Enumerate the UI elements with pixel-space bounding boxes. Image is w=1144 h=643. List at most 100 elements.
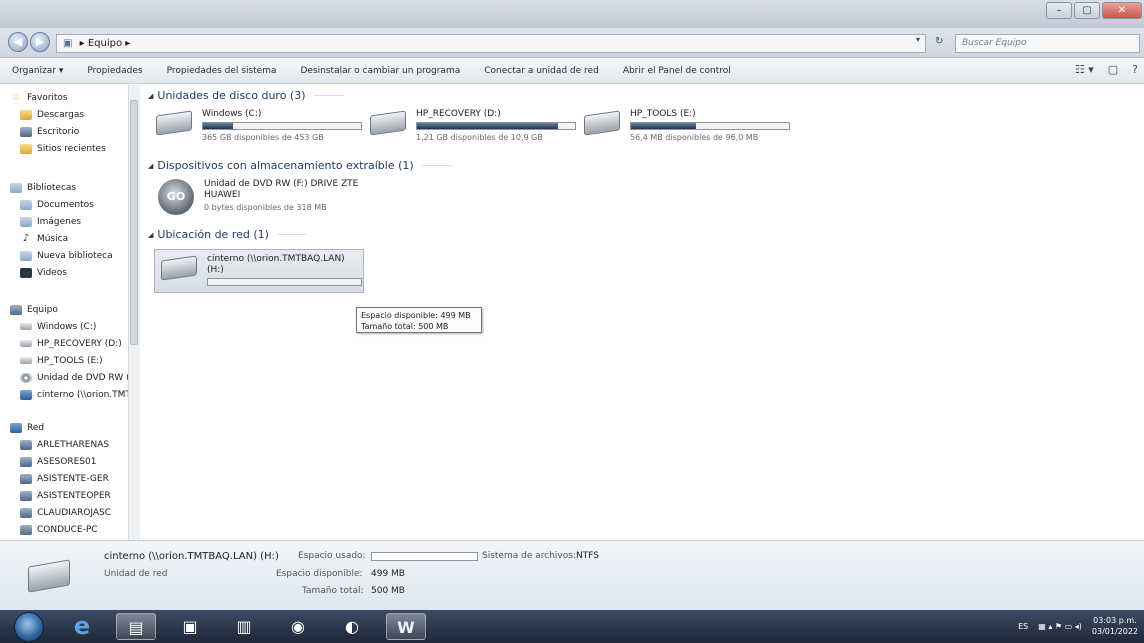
nav-bibliotecas[interactable]: Bibliotecas	[10, 179, 128, 196]
network-drive-icon	[20, 389, 32, 400]
nav-equipo[interactable]: Equipo	[10, 301, 128, 318]
music-icon: ♪	[22, 232, 30, 244]
word-icon[interactable]: W	[386, 613, 426, 640]
breadcrumb-equipo[interactable]: Equipo	[88, 38, 122, 49]
star-icon: ☆	[11, 91, 21, 103]
control-panel-button[interactable]: Abrir el Panel de control	[611, 66, 743, 76]
clock[interactable]: 03:03 p.m. 03/01/2022	[1092, 615, 1138, 637]
title-bar: – ▢ ✕	[0, 0, 1144, 28]
usage-bar	[416, 122, 576, 130]
nav-red[interactable]: Red	[10, 419, 128, 436]
drive-tile-h[interactable]: cinterno (\\orion.TMTBAQ.LAN) (H:)	[154, 249, 364, 293]
refresh-icon[interactable]: ↻	[935, 36, 943, 47]
internet-explorer-icon[interactable]: e	[62, 613, 102, 640]
nav-musica[interactable]: ♪ Música	[10, 230, 128, 247]
content-pane: ◢ Unidades de disco duro (3) Windows (C:)…	[142, 85, 1144, 540]
back-button[interactable]: ◀	[8, 32, 28, 52]
nav-nueva-biblioteca[interactable]: Nueva biblioteca	[10, 247, 128, 264]
computer-icon	[20, 490, 32, 501]
nav-scrollbar-thumb[interactable]	[130, 100, 138, 345]
breadcrumb-separator: ▸	[125, 38, 131, 49]
details-free-value: 499 MB	[371, 569, 405, 579]
libraries-group: Bibliotecas Documentos Imágenes ♪ Música …	[10, 179, 128, 281]
nav-escritorio[interactable]: Escritorio	[10, 123, 128, 140]
window-controls: – ▢ ✕	[1046, 2, 1142, 19]
tooltip: Espacio disponible: 499 MB Tamaño total:…	[356, 307, 482, 333]
language-indicator[interactable]: ES	[1018, 622, 1028, 631]
nav-documentos[interactable]: Documentos	[10, 196, 128, 213]
nav-favorites[interactable]: ☆ Favoritos	[10, 89, 128, 106]
nav-network-computer[interactable]: ASISTENTE-GER	[10, 470, 128, 487]
close-button[interactable]: ✕	[1102, 2, 1142, 19]
system-properties-button[interactable]: Propiedades del sistema	[155, 66, 289, 76]
media-player-icon[interactable]: ▣	[170, 613, 210, 640]
forward-button[interactable]: ▶	[30, 32, 50, 52]
drive-tile-d[interactable]: HP_RECOVERY (D:) 1,21 GB disponibles de …	[370, 109, 600, 145]
nav-drive-e[interactable]: HP_TOOLS (E:)	[10, 352, 128, 369]
collapse-icon: ◢	[148, 230, 154, 239]
usage-bar	[207, 278, 362, 286]
library-icon	[20, 250, 32, 261]
map-network-drive-button[interactable]: Conectar a unidad de red	[472, 66, 611, 76]
dvd-icon	[20, 372, 32, 383]
chrome-icon[interactable]: ◉	[278, 613, 318, 640]
help-icon[interactable]: ?	[1132, 63, 1138, 76]
details-free-label: Espacio disponible:	[276, 569, 363, 579]
maximize-button[interactable]: ▢	[1074, 2, 1100, 19]
group-header-network[interactable]: ◢ Ubicación de red (1)	[148, 228, 307, 241]
nav-network-computer[interactable]: ASESORES01	[10, 453, 128, 470]
details-total-value: 500 MB	[371, 586, 405, 596]
documents-icon	[20, 199, 32, 210]
desktop-icon	[20, 126, 32, 137]
nav-imagenes[interactable]: Imágenes	[10, 213, 128, 230]
nav-videos[interactable]: Videos	[10, 264, 128, 281]
system-tray: ES ▦ ▴ ⚑ ▭ ◂) 03:03 p.m. 03/01/2022	[1018, 615, 1138, 637]
group-header-hdd[interactable]: ◢ Unidades de disco duro (3)	[148, 89, 344, 102]
details-fs-label: Sistema de archivos:	[482, 551, 576, 561]
nav-drive-d[interactable]: HP_RECOVERY (D:)	[10, 335, 128, 352]
computer-icon	[20, 524, 32, 535]
hard-drive-icon	[584, 110, 620, 136]
group-header-removable[interactable]: ◢ Dispositivos con almacenamiento extraíb…	[148, 159, 452, 172]
address-bar[interactable]: ▣ ▸ Equipo ▸	[56, 34, 926, 53]
hard-drive-icon	[156, 110, 192, 136]
computer-icon: ▣	[63, 38, 73, 49]
organize-menu[interactable]: Organizar ▾	[0, 66, 75, 76]
nav-sitios-recientes[interactable]: Sitios recientes	[10, 140, 128, 157]
navigation-pane: ☆ Favoritos Descargas Escritorio Sitios r…	[0, 85, 140, 540]
properties-button[interactable]: Propiedades	[75, 66, 154, 76]
recent-places-icon	[20, 143, 32, 154]
address-dropdown-icon[interactable]: ▾	[916, 35, 920, 44]
nav-drive-f[interactable]: Unidad de DVD RW (F:)	[10, 369, 128, 386]
drive-icon	[20, 323, 32, 330]
document-app-icon[interactable]: ▥	[224, 613, 264, 640]
nav-drive-c[interactable]: Windows (C:)	[10, 318, 128, 335]
nav-network-computer[interactable]: CONDUCE-PC	[10, 521, 128, 538]
network-icon	[10, 422, 22, 433]
explorer-icon[interactable]: ▤	[116, 613, 156, 640]
drive-tile-c[interactable]: Windows (C:) 365 GB disponibles de 453 G…	[156, 109, 386, 145]
address-row: ◀ ▶ ▣ ▸ Equipo ▸ ▾ ↻ Buscar Equipo	[0, 28, 1144, 58]
dvd-icon: GO	[158, 179, 194, 215]
network-drive-icon	[28, 559, 70, 593]
minimize-button[interactable]: –	[1046, 2, 1072, 19]
nav-descargas[interactable]: Descargas	[10, 106, 128, 123]
nav-network-computer[interactable]: CLAUDIAROJASC	[10, 504, 128, 521]
search-input[interactable]: Buscar Equipo	[955, 34, 1140, 53]
drive-tile-e[interactable]: HP_TOOLS (E:) 56,4 MB disponibles de 96,…	[584, 109, 814, 145]
views-icon[interactable]: ☷ ▾	[1075, 63, 1094, 76]
details-usage-bar	[371, 552, 478, 561]
hard-drive-icon	[370, 110, 406, 136]
nav-network-computer[interactable]: ARLETHARENAS	[10, 436, 128, 453]
uninstall-program-button[interactable]: Desinstalar o cambiar un programa	[289, 66, 473, 76]
collapse-icon: ◢	[148, 161, 154, 170]
details-total-label: Tamaño total:	[302, 586, 364, 596]
drive-tile-f[interactable]: GO Unidad de DVD RW (F:) DRIVE ZTE HUAWE…	[158, 179, 378, 223]
nav-network-computer[interactable]: ASISTENTEOPER	[10, 487, 128, 504]
app-icon[interactable]: ◐	[332, 613, 372, 640]
nav-drive-h[interactable]: cinterno (\\orion.TMTBAQ.LAN) (H:)	[10, 386, 128, 403]
details-type: Unidad de red	[104, 569, 168, 579]
preview-pane-icon[interactable]: ▢	[1108, 63, 1118, 76]
tray-icons[interactable]: ▦ ▴ ⚑ ▭ ◂)	[1038, 622, 1082, 631]
start-button[interactable]	[14, 612, 44, 642]
